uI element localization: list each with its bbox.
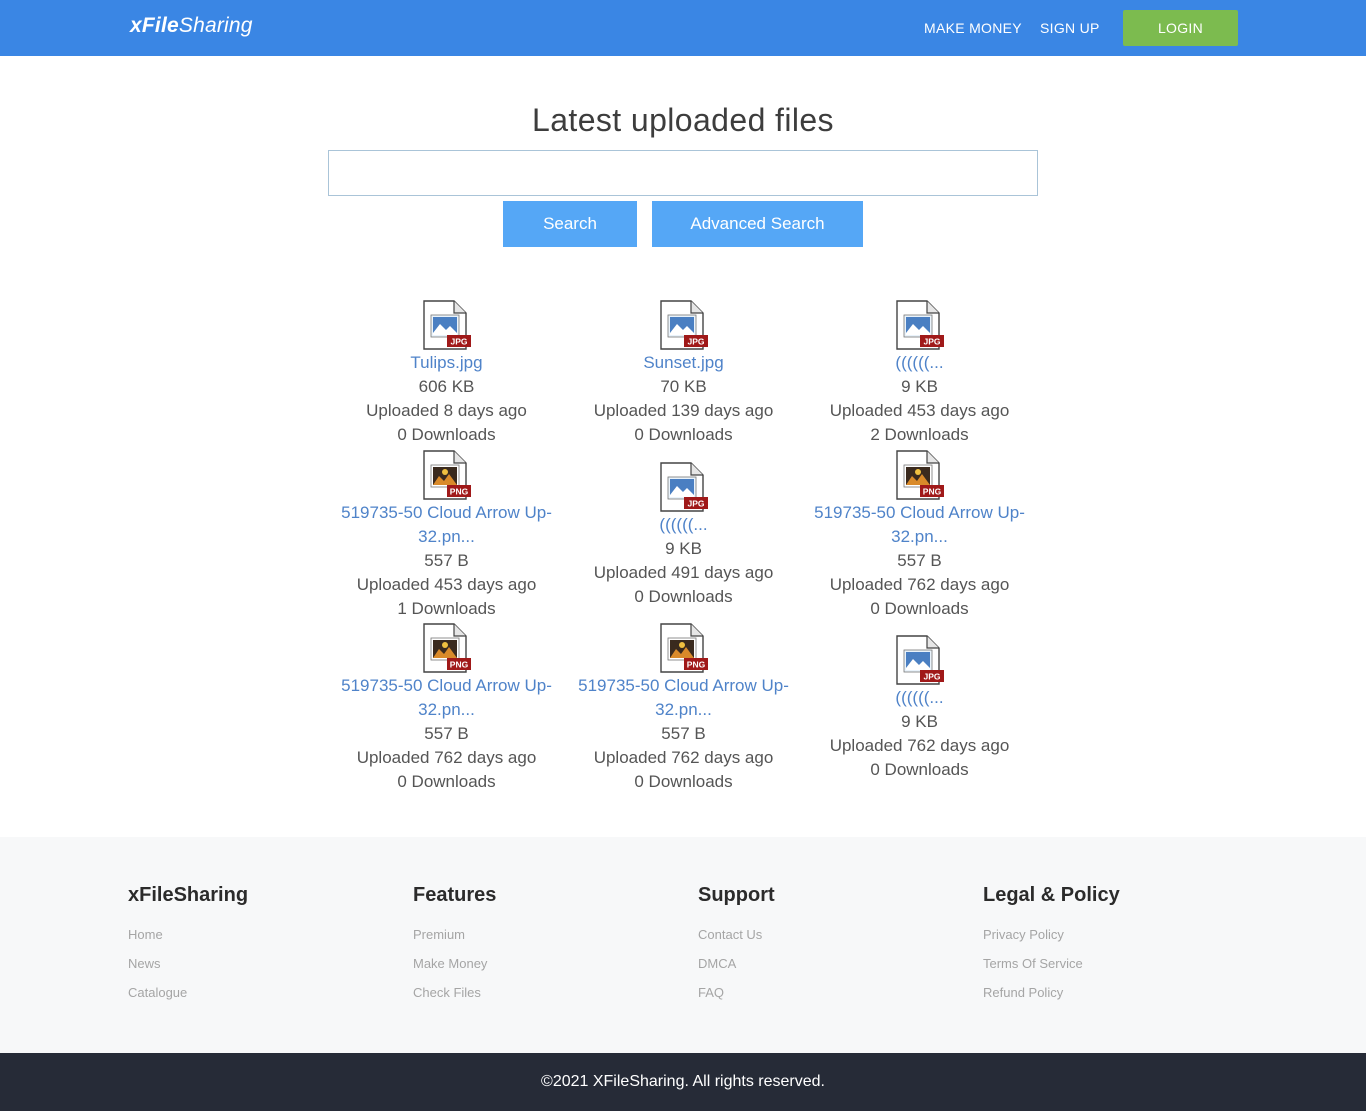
jpg-file-icon[interactable]: JPG (659, 300, 709, 350)
nav-make-money[interactable]: MAKE MONEY (924, 20, 1022, 36)
file-downloads: 0 Downloads (634, 772, 733, 791)
file-uploaded: Uploaded 762 days ago (829, 736, 1010, 755)
file-name-link[interactable]: ((((((... (801, 686, 1038, 710)
search-input[interactable] (328, 150, 1038, 196)
svg-text:PNG: PNG (922, 487, 941, 497)
file-size: 557 B (897, 551, 942, 570)
footer-link-refund-policy[interactable]: Refund Policy (983, 985, 1120, 1000)
file-item: JPG ((((((... 9 KB Uploaded 453 days ago… (801, 300, 1038, 447)
footer-heading: xFileSharing (128, 884, 249, 906)
file-item: JPG ((((((... 9 KB Uploaded 491 days ago… (565, 462, 802, 609)
footer-column-legal: Legal & Policy Privacy Policy Terms Of S… (983, 884, 1120, 1014)
file-name-link[interactable]: 519735-50 Cloud Arrow Up-32.pn... (565, 674, 802, 722)
file-size: 9 KB (665, 539, 702, 558)
jpg-file-icon[interactable]: JPG (659, 462, 709, 512)
svg-text:JPG: JPG (923, 672, 940, 682)
svg-text:JPG: JPG (687, 499, 704, 509)
file-item: PNG 519735-50 Cloud Arrow Up-32.pn... 55… (328, 623, 565, 794)
file-item: JPG ((((((... 9 KB Uploaded 762 days ago… (801, 635, 1038, 782)
svg-text:JPG: JPG (450, 337, 467, 347)
file-name-link[interactable]: ((((((... (565, 513, 802, 537)
file-name-link[interactable]: 519735-50 Cloud Arrow Up-32.pn... (328, 501, 565, 549)
file-name-link[interactable]: 519735-50 Cloud Arrow Up-32.pn... (328, 674, 565, 722)
footer-link-faq[interactable]: FAQ (698, 985, 775, 1000)
advanced-search-button[interactable]: Advanced Search (652, 201, 863, 247)
site-logo[interactable]: xFileSharing (130, 14, 253, 38)
nav-sign-up[interactable]: SIGN UP (1040, 20, 1100, 36)
svg-text:PNG: PNG (686, 660, 705, 670)
png-file-icon[interactable]: PNG (659, 623, 709, 673)
search-button[interactable]: Search (503, 201, 637, 247)
footer-column-support: Support Contact Us DMCA FAQ (698, 884, 775, 1014)
file-downloads: 1 Downloads (397, 599, 496, 618)
footer-link-terms-of-service[interactable]: Terms Of Service (983, 956, 1120, 971)
file-uploaded: Uploaded 762 days ago (829, 575, 1010, 594)
file-size: 70 KB (660, 377, 707, 396)
footer-link-home[interactable]: Home (128, 927, 248, 942)
png-file-icon[interactable]: PNG (422, 623, 472, 673)
file-downloads: 0 Downloads (397, 425, 496, 444)
file-item: JPG Tulips.jpg 606 KB Uploaded 8 days ag… (328, 300, 565, 447)
file-size: 9 KB (901, 377, 938, 396)
footer-heading: Legal & Policy (983, 884, 1120, 906)
copyright-bar: ©2021 XFileSharing. All rights reserved. (0, 1053, 1366, 1111)
file-size: 9 KB (901, 712, 938, 731)
page-title: Latest uploaded files (532, 102, 834, 138)
file-size: 606 KB (418, 377, 475, 396)
file-downloads: 0 Downloads (870, 599, 969, 618)
footer-heading: Features (413, 884, 497, 906)
file-size: 557 B (661, 724, 706, 743)
file-item: PNG 519735-50 Cloud Arrow Up-32.pn... 55… (328, 450, 565, 621)
file-uploaded: Uploaded 762 days ago (593, 748, 774, 767)
footer-link-check-files[interactable]: Check Files (413, 985, 496, 1000)
footer-column-xfilesharing: xFileSharing Home News Catalogue (128, 884, 248, 1014)
file-item: PNG 519735-50 Cloud Arrow Up-32.pn... 55… (801, 450, 1038, 621)
file-downloads: 0 Downloads (634, 425, 733, 444)
file-uploaded: Uploaded 453 days ago (356, 575, 537, 594)
file-name-link[interactable]: Sunset.jpg (565, 351, 802, 375)
footer-link-contact-us[interactable]: Contact Us (698, 927, 775, 942)
jpg-file-icon[interactable]: JPG (895, 300, 945, 350)
top-navbar: xFileSharing MAKE MONEY SIGN UP LOGIN (0, 0, 1366, 56)
footer-link-premium[interactable]: Premium (413, 927, 496, 942)
file-downloads: 0 Downloads (634, 587, 733, 606)
file-item: JPG Sunset.jpg 70 KB Uploaded 139 days a… (565, 300, 802, 447)
jpg-file-icon[interactable]: JPG (422, 300, 472, 350)
svg-text:JPG: JPG (687, 337, 704, 347)
file-name-link[interactable]: ((((((... (801, 351, 1038, 375)
file-uploaded: Uploaded 762 days ago (356, 748, 537, 767)
copyright-text: ©2021 XFileSharing. All rights reserved. (541, 1073, 825, 1090)
svg-text:PNG: PNG (449, 660, 468, 670)
svg-text:PNG: PNG (449, 487, 468, 497)
file-item: PNG 519735-50 Cloud Arrow Up-32.pn... 55… (565, 623, 802, 794)
footer-link-make-money[interactable]: Make Money (413, 956, 496, 971)
jpg-file-icon[interactable]: JPG (895, 635, 945, 685)
png-file-icon[interactable]: PNG (895, 450, 945, 500)
file-downloads: 0 Downloads (870, 760, 969, 779)
file-downloads: 2 Downloads (870, 425, 969, 444)
footer: xFileSharing Home News Catalogue Feature… (0, 837, 1366, 1053)
file-size: 557 B (424, 724, 469, 743)
png-file-icon[interactable]: PNG (422, 450, 472, 500)
footer-link-news[interactable]: News (128, 956, 248, 971)
footer-link-dmca[interactable]: DMCA (698, 956, 775, 971)
file-downloads: 0 Downloads (397, 772, 496, 791)
svg-text:JPG: JPG (923, 337, 940, 347)
footer-link-privacy-policy[interactable]: Privacy Policy (983, 927, 1120, 942)
file-name-link[interactable]: 519735-50 Cloud Arrow Up-32.pn... (801, 501, 1038, 549)
file-uploaded: Uploaded 139 days ago (593, 401, 774, 420)
file-uploaded: Uploaded 8 days ago (366, 401, 527, 420)
footer-heading: Support (698, 884, 775, 906)
file-size: 557 B (424, 551, 469, 570)
file-uploaded: Uploaded 491 days ago (593, 563, 774, 582)
login-button[interactable]: LOGIN (1123, 10, 1238, 46)
footer-link-catalogue[interactable]: Catalogue (128, 985, 248, 1000)
file-uploaded: Uploaded 453 days ago (829, 401, 1010, 420)
file-name-link[interactable]: Tulips.jpg (328, 351, 565, 375)
footer-column-features: Features Premium Make Money Check Files (413, 884, 496, 1014)
